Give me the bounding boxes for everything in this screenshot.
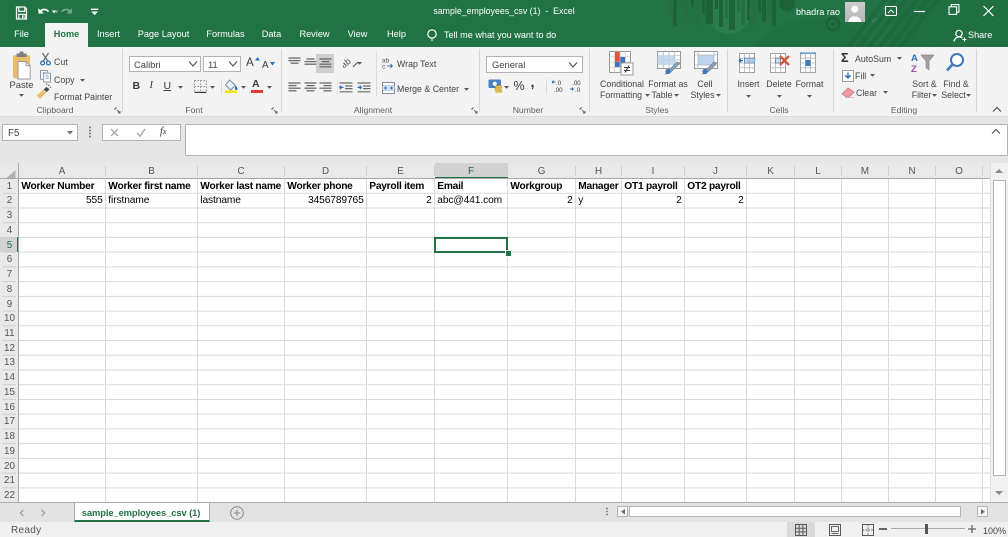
svg-text:.00: .00 xyxy=(554,87,563,93)
svg-text:.0: .0 xyxy=(556,80,562,87)
svg-text:ab: ab xyxy=(343,56,353,70)
svg-text:.00: .00 xyxy=(572,80,581,87)
svg-text:Z: Z xyxy=(911,64,917,74)
svg-text:A: A xyxy=(911,53,918,64)
svg-text:.0: .0 xyxy=(575,87,581,93)
